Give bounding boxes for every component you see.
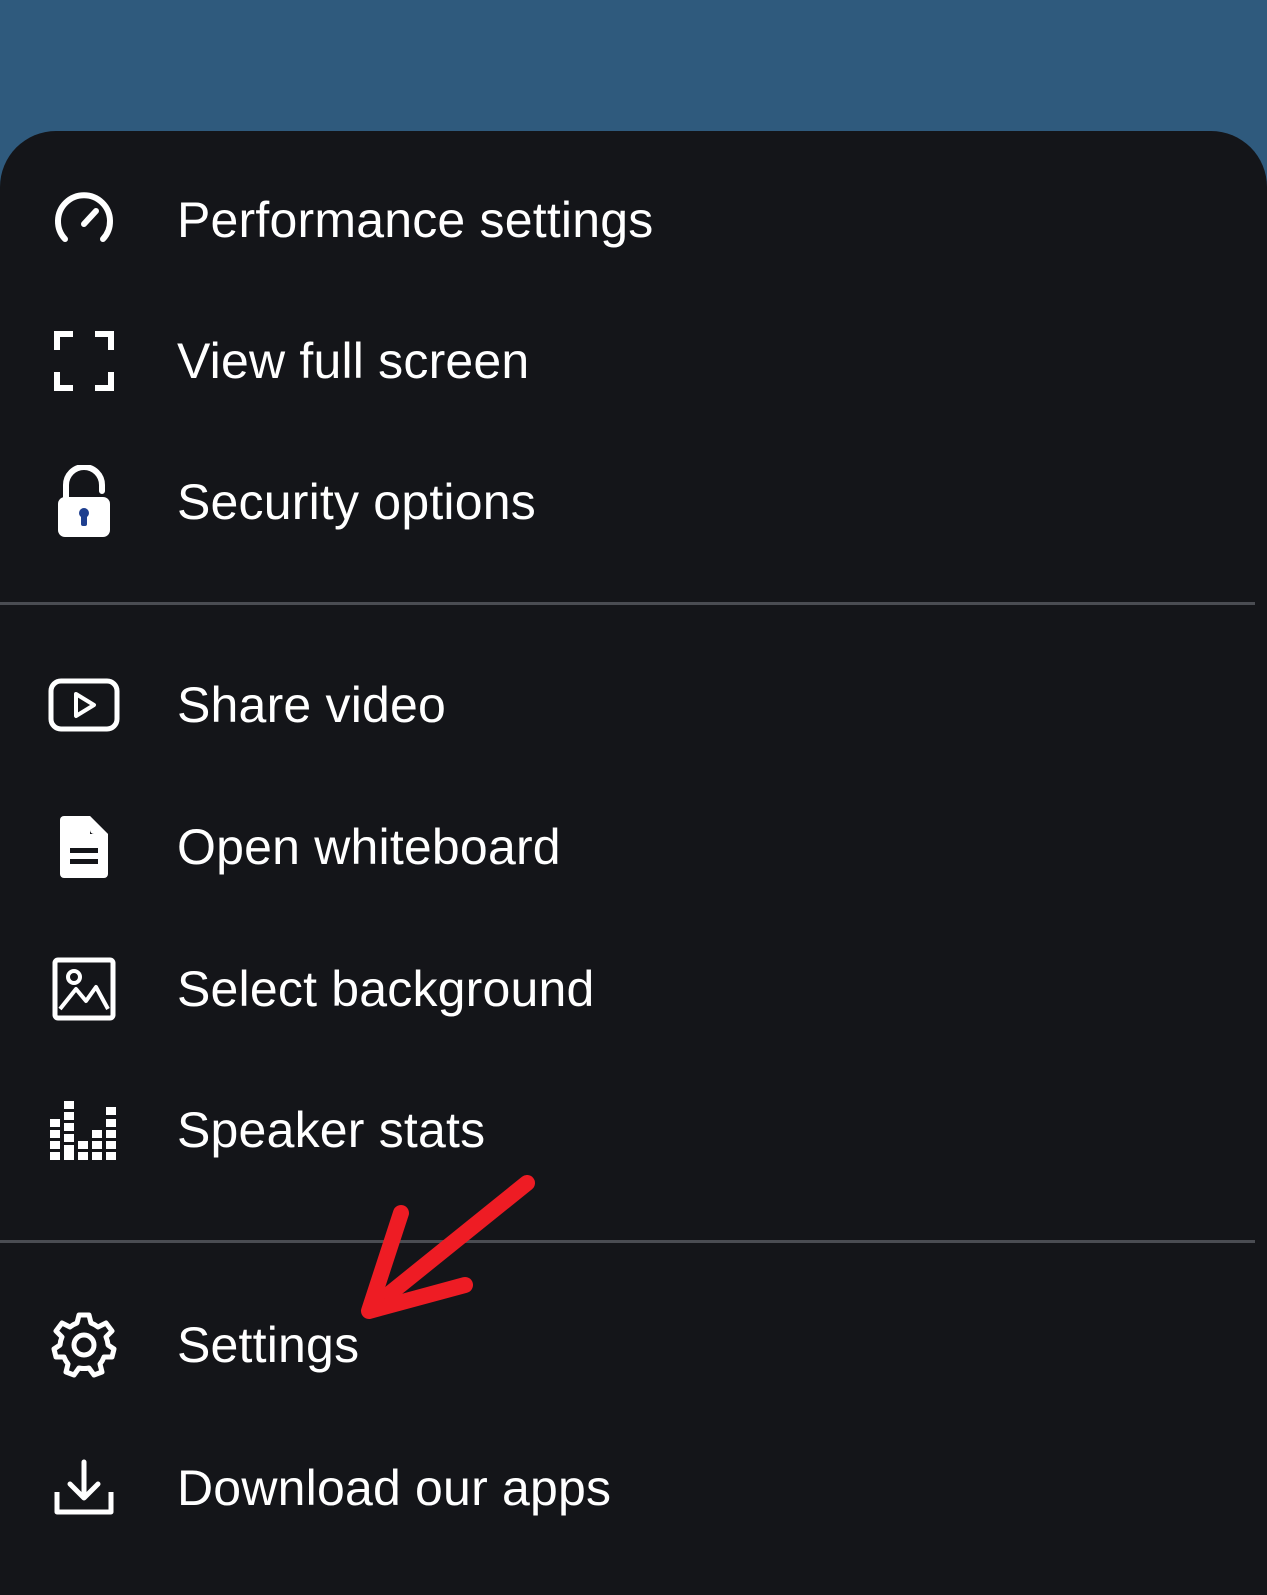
menu-item-share-video[interactable]: Share video: [0, 635, 1267, 775]
speedometer-icon: [44, 180, 124, 260]
menu-divider: [0, 602, 1255, 605]
download-icon: [44, 1448, 124, 1528]
menu-item-label: Performance settings: [177, 192, 654, 248]
menu-divider: [0, 1240, 1255, 1243]
fullscreen-icon: [44, 321, 124, 401]
image-icon: [44, 949, 124, 1029]
bar-stats-icon: [44, 1090, 124, 1170]
play-video-icon: [44, 665, 124, 745]
menu-item-label: Download our apps: [177, 1460, 612, 1516]
menu-item-view-full-screen[interactable]: View full screen: [0, 291, 1267, 431]
menu-item-settings[interactable]: Settings: [0, 1275, 1267, 1415]
menu-item-label: Open whiteboard: [177, 819, 561, 875]
menu-item-select-background[interactable]: Select background: [0, 919, 1267, 1059]
menu-item-label: Select background: [177, 961, 595, 1017]
menu-item-security-options[interactable]: Security options: [0, 432, 1267, 572]
menu-item-performance-settings[interactable]: Performance settings: [0, 150, 1267, 290]
unlock-icon: [44, 462, 124, 542]
menu-item-label: View full screen: [177, 333, 530, 389]
document-icon: [44, 807, 124, 887]
menu-item-download-our-apps[interactable]: Download our apps: [0, 1418, 1267, 1558]
menu-item-label: Settings: [177, 1317, 360, 1373]
menu-item-label: Security options: [177, 474, 536, 530]
menu-item-label: Speaker stats: [177, 1102, 486, 1158]
gear-icon: [44, 1305, 124, 1385]
menu-item-speaker-stats[interactable]: Speaker stats: [0, 1060, 1267, 1200]
menu-item-label: Share video: [177, 677, 447, 733]
menu-item-open-whiteboard[interactable]: Open whiteboard: [0, 777, 1267, 917]
